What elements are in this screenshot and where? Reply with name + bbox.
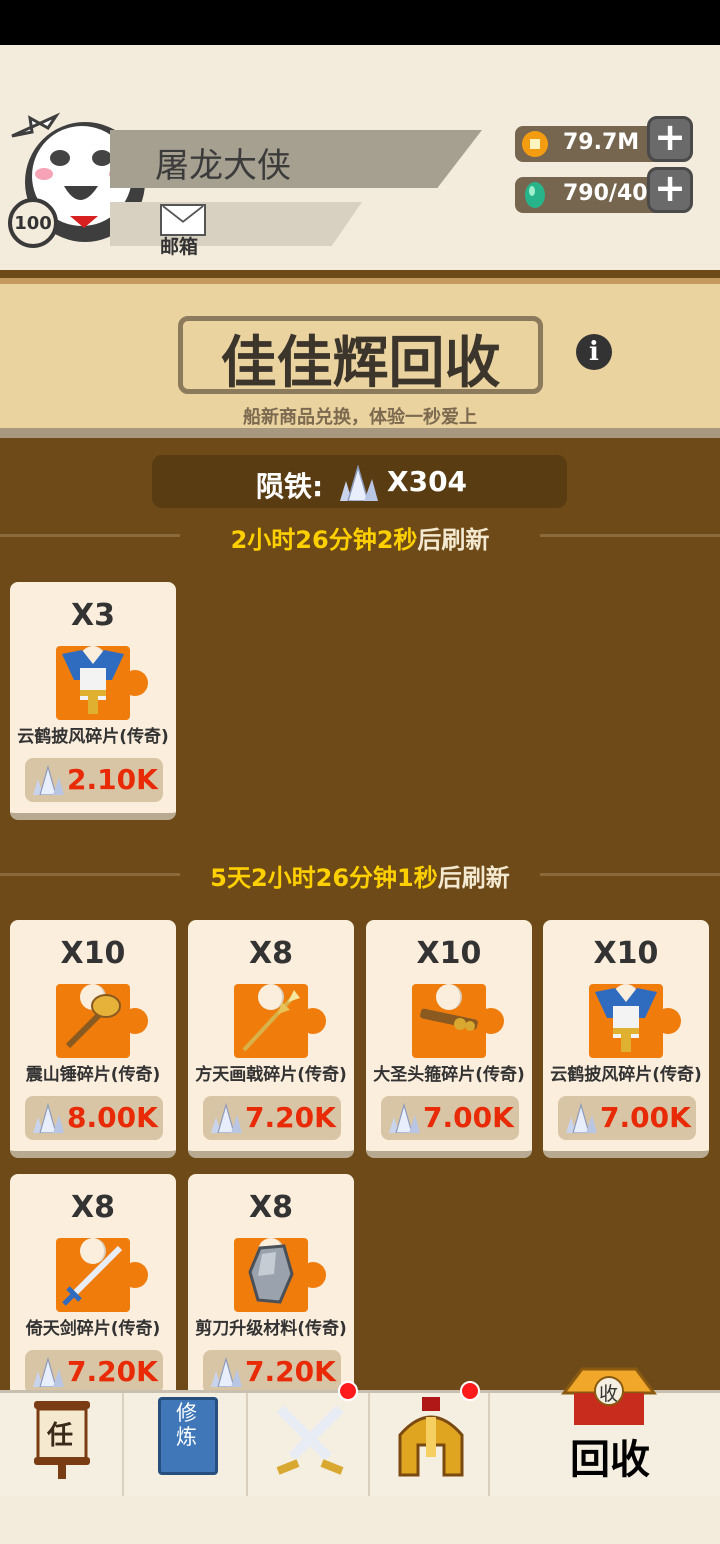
item-name: 云鹤披风碎片(传奇) xyxy=(550,1065,702,1085)
item-name: 剪刀升级材料(传奇) xyxy=(195,1319,347,1339)
gem-value: 790/40 xyxy=(563,181,648,206)
buy-price-button[interactable]: 7.20K xyxy=(203,1096,341,1140)
buy-price-button[interactable]: 7.20K xyxy=(203,1350,341,1394)
item-name: 方天画戟碎片(传奇) xyxy=(195,1065,347,1085)
item-price: 2.10K xyxy=(67,763,158,796)
add-gold-button[interactable]: + xyxy=(647,116,693,162)
meteorite-crystal-icon xyxy=(566,1103,597,1133)
bottom-strip xyxy=(0,1496,720,1544)
buy-price-button[interactable]: 7.00K xyxy=(558,1096,696,1140)
timer-countdown: 2小时26分钟2秒 xyxy=(230,526,418,554)
tab-recycle[interactable]: 收 回收 xyxy=(490,1367,720,1497)
bottom-tab-bar: 任 修 炼 收 回收 xyxy=(0,1367,720,1497)
shop-item-card[interactable]: X8 方天画戟碎片(传奇) 7.20K xyxy=(188,920,354,1158)
item-quantity: X8 xyxy=(248,936,293,971)
item-quantity: X8 xyxy=(70,1190,115,1225)
buy-price-button[interactable]: 7.20K xyxy=(25,1350,163,1394)
battle-swords-icon xyxy=(276,1405,344,1475)
status-bar xyxy=(0,0,720,45)
tab-task-label: 任 xyxy=(47,1421,74,1451)
item-quantity: X10 xyxy=(593,936,659,971)
gem-resource: 790/40 + xyxy=(515,167,693,213)
timer-suffix: 后刷新 xyxy=(437,864,510,892)
gold-value: 79.7M xyxy=(563,130,640,155)
shop-item-card[interactable]: X10 震山锤碎片(传奇) 8.00K xyxy=(10,920,176,1158)
mail-label[interactable]: 邮箱 xyxy=(160,232,198,259)
shop-item-card[interactable]: X8 倚天剑碎片(传奇) 7.20K xyxy=(10,1174,176,1404)
item-price: 7.00K xyxy=(600,1101,691,1134)
meteorite-crystal-icon xyxy=(211,1357,242,1387)
item-name: 倚天剑碎片(传奇) xyxy=(25,1319,161,1339)
staff-icon xyxy=(412,984,504,1058)
refresh-timer: 2小时26分钟2秒后刷新 xyxy=(0,520,720,555)
tab-battle[interactable] xyxy=(248,1393,370,1497)
item-name: 云鹤披风碎片(传奇) xyxy=(17,727,169,747)
halberd-icon xyxy=(234,984,326,1058)
item-quantity: X3 xyxy=(70,598,115,633)
shop-item-card[interactable]: X10 大圣头箍碎片(传奇) 7.00K xyxy=(366,920,532,1158)
meteorite-crystal-icon xyxy=(211,1103,242,1133)
equipment-notification-badge xyxy=(460,1381,480,1401)
stone-icon xyxy=(234,1238,326,1312)
timer-suffix: 后刷新 xyxy=(417,526,490,554)
tab-recycle-label: 回收 xyxy=(570,1437,650,1483)
shop-item-card[interactable]: X10 云鹤披风碎片(传奇) 7.00K xyxy=(543,920,709,1158)
shop-subtitle: 船新商品兑换，体验一秒爱上 xyxy=(243,407,477,428)
cape-icon xyxy=(56,646,148,720)
add-gem-button[interactable]: + xyxy=(647,167,693,213)
tab-equipment[interactable] xyxy=(370,1393,490,1497)
level-badge: 100 xyxy=(8,198,58,248)
meteorite-crystal-icon xyxy=(33,765,64,795)
hammer-icon xyxy=(56,984,148,1058)
timer-countdown: 5天2小时26分钟1秒 xyxy=(210,864,438,892)
gold-coin-icon xyxy=(522,131,548,157)
player-name: 屠龙大侠 xyxy=(155,146,291,186)
helmet-icon xyxy=(398,1397,464,1477)
buy-price-button[interactable]: 7.00K xyxy=(381,1096,519,1140)
tab-cultivation-label: 修 炼 xyxy=(176,1401,197,1449)
meteorite-crystal-icon xyxy=(33,1103,64,1133)
shop-item-card[interactable]: X8 剪刀升级材料(传奇) 7.20K xyxy=(188,1174,354,1404)
shop-title: 佳佳辉回收 xyxy=(220,331,501,396)
info-icon[interactable]: i xyxy=(576,334,612,370)
refresh-timer: 5天2小时26分钟1秒后刷新 xyxy=(0,858,720,893)
buy-price-button[interactable]: 8.00K xyxy=(25,1096,163,1140)
meteorite-crystal-icon xyxy=(340,465,378,501)
item-price: 7.20K xyxy=(67,1355,158,1388)
currency-label: 陨铁: xyxy=(256,470,324,503)
battle-notification-badge xyxy=(338,1381,358,1401)
item-name: 震山锤碎片(传奇) xyxy=(25,1065,161,1085)
tab-task[interactable]: 任 xyxy=(0,1393,124,1497)
currency-value: X304 xyxy=(387,465,468,498)
item-quantity: X10 xyxy=(416,936,482,971)
green-gem-icon xyxy=(525,182,545,208)
item-quantity: X8 xyxy=(248,1190,293,1225)
shop-item-card[interactable]: X3 云鹤披风碎片(传奇) 2.10K xyxy=(10,582,176,820)
item-price: 8.00K xyxy=(67,1101,158,1134)
tab-cultivation[interactable]: 修 炼 xyxy=(124,1393,248,1497)
cape-icon xyxy=(589,984,681,1058)
buy-price-button[interactable]: 2.10K xyxy=(25,758,163,802)
item-quantity: X10 xyxy=(60,936,126,971)
item-name: 大圣头箍碎片(传奇) xyxy=(373,1065,525,1085)
meteorite-crystal-icon xyxy=(389,1103,420,1133)
recycle-sign: 收 xyxy=(599,1383,619,1405)
sword-icon xyxy=(56,1238,148,1312)
mail-bar xyxy=(110,202,362,246)
meteorite-crystal-icon xyxy=(33,1357,64,1387)
item-price: 7.20K xyxy=(245,1355,336,1388)
gold-resource: 79.7M + xyxy=(515,116,693,162)
item-price: 7.20K xyxy=(245,1101,336,1134)
item-price: 7.00K xyxy=(423,1101,514,1134)
